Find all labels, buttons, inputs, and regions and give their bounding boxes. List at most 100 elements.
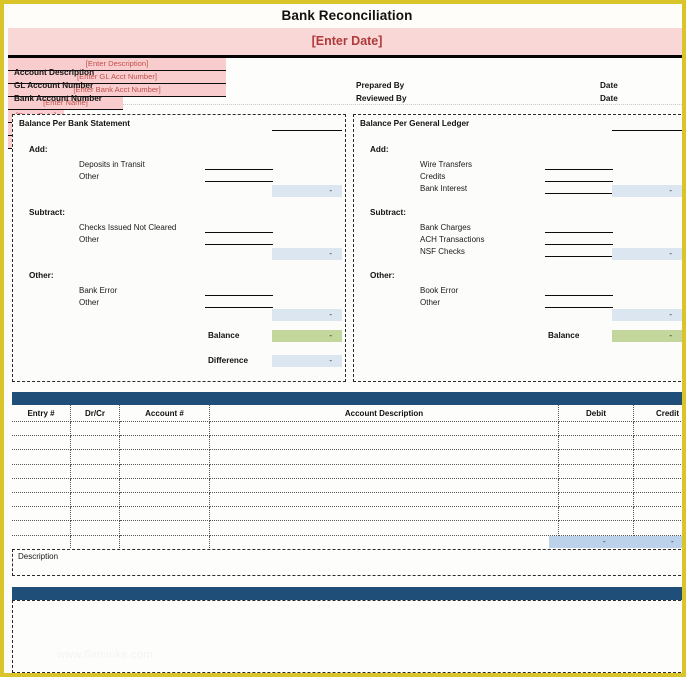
bank-add-subtotal: -: [272, 185, 342, 197]
ledger-subtract-input-0[interactable]: [545, 221, 613, 233]
bank-balance-value: -: [272, 330, 342, 342]
cell-account-number[interactable]: [119, 506, 210, 522]
cell-account-description[interactable]: [209, 421, 559, 437]
bank-subtract-input-0[interactable]: [205, 221, 273, 233]
cell-account-description[interactable]: [209, 478, 559, 493]
site-watermark: www.flaminke.com: [57, 649, 153, 661]
cell-debit[interactable]: [558, 492, 634, 508]
bank-subtract-input-1[interactable]: [205, 233, 273, 245]
ledger-add-input-2[interactable]: [545, 182, 613, 194]
table-row: [12, 492, 682, 508]
reviewed-date-label: Date: [600, 94, 618, 103]
journal-body: [12, 421, 682, 550]
cell-dr-cr[interactable]: [70, 520, 120, 536]
header-info: Account Description [Enter Description] …: [8, 58, 682, 149]
cell-account-description[interactable]: [209, 464, 559, 479]
cell-credit[interactable]: [633, 492, 682, 508]
cell-entry-number[interactable]: [12, 492, 71, 508]
cell-credit[interactable]: [633, 421, 682, 437]
cell-account-description[interactable]: [209, 506, 559, 522]
cell-dr-cr[interactable]: [70, 449, 120, 465]
column-entry-number: Entry #: [12, 405, 71, 422]
notes-box[interactable]: www.flaminke.com: [12, 600, 682, 673]
cell-dr-cr[interactable]: [70, 478, 120, 493]
bank-other-input-0[interactable]: [205, 284, 273, 296]
ledger-subtract-input-2[interactable]: [545, 245, 613, 257]
reviewed-by-label: Reviewed By: [356, 94, 407, 103]
cell-debit[interactable]: [558, 435, 634, 451]
cell-account-description[interactable]: [209, 492, 559, 508]
cell-dr-cr[interactable]: [70, 464, 120, 479]
bank-add-label: Add:: [29, 145, 48, 154]
journal-description-box[interactable]: Description: [12, 549, 682, 576]
cell-account-description[interactable]: [209, 449, 559, 465]
cell-credit[interactable]: [633, 506, 682, 522]
cell-entry-number[interactable]: [12, 535, 71, 550]
bank-subtract-subtotal: -: [272, 248, 342, 260]
bank-opening-balance-input[interactable]: [272, 119, 342, 131]
cell-entry-number[interactable]: [12, 449, 71, 465]
table-row: [12, 421, 682, 437]
table-row: [12, 449, 682, 465]
column-account-number: Account #: [119, 405, 210, 422]
ledger-opening-balance-input[interactable]: [612, 119, 682, 131]
cell-credit[interactable]: [633, 464, 682, 479]
bank-account-number-label: Bank Account Number: [14, 94, 102, 103]
bank-add-input-0[interactable]: [205, 158, 273, 170]
cell-debit[interactable]: [558, 478, 634, 493]
cell-dr-cr[interactable]: [70, 435, 120, 451]
ledger-add-item-0: Wire Transfers: [420, 160, 473, 169]
cell-credit[interactable]: [633, 520, 682, 536]
sheet-inner: Bank Reconciliation [Enter Date] Account…: [8, 4, 682, 673]
bank-balance-label: Balance: [208, 331, 240, 340]
cell-account-number[interactable]: [119, 464, 210, 479]
cell-account-description[interactable]: [209, 520, 559, 536]
ledger-add-input-1[interactable]: [545, 170, 613, 182]
cell-debit[interactable]: [558, 464, 634, 479]
bank-other-input-1[interactable]: [205, 296, 273, 308]
cell-dr-cr[interactable]: [70, 421, 120, 437]
table-row: [12, 478, 682, 493]
bank-difference-label: Difference: [208, 356, 249, 365]
cell-credit[interactable]: [633, 435, 682, 451]
ledger-add-input-0[interactable]: [545, 158, 613, 170]
ledger-subtract-item-1: ACH Transactions: [420, 235, 485, 244]
cell-dr-cr[interactable]: [70, 506, 120, 522]
ledger-subtract-label: Subtract:: [370, 208, 406, 217]
cell-credit[interactable]: [633, 449, 682, 465]
cell-entry-number[interactable]: [12, 520, 71, 536]
cell-credit[interactable]: [633, 478, 682, 493]
date-banner[interactable]: [Enter Date]: [8, 28, 682, 58]
cell-entry-number[interactable]: [12, 464, 71, 479]
cell-debit[interactable]: [558, 506, 634, 522]
cell-entry-number[interactable]: [12, 421, 71, 437]
ledger-other-input-0[interactable]: [545, 284, 613, 296]
bank-add-item-1: Other: [79, 172, 100, 181]
bank-add-input-1[interactable]: [205, 170, 273, 182]
cell-dr-cr[interactable]: [70, 492, 120, 508]
cell-account-number[interactable]: [119, 478, 210, 493]
cell-account-number[interactable]: [119, 492, 210, 508]
cell-entry-number[interactable]: [12, 435, 71, 451]
journal-header-row: Entry # Dr/Cr Account # Account Descript…: [12, 405, 682, 422]
cell-account-description[interactable]: [209, 535, 559, 550]
cell-debit[interactable]: [558, 421, 634, 437]
cell-account-description[interactable]: [209, 435, 559, 451]
account-description-label: Account Description: [14, 68, 95, 77]
ledger-add-item-1: Credits: [420, 172, 446, 181]
ledger-subtract-input-1[interactable]: [545, 233, 613, 245]
cell-entry-number[interactable]: [12, 506, 71, 522]
ledger-other-input-1[interactable]: [545, 296, 613, 308]
cell-entry-number[interactable]: [12, 478, 71, 493]
cell-account-number[interactable]: [119, 535, 210, 550]
cell-debit[interactable]: [558, 520, 634, 536]
table-row: [12, 464, 682, 479]
cell-account-number[interactable]: [119, 421, 210, 437]
journal-totals-row: - -: [549, 536, 682, 548]
cell-debit[interactable]: [558, 449, 634, 465]
ledger-balance-label: Balance: [548, 331, 580, 340]
cell-account-number[interactable]: [119, 449, 210, 465]
cell-account-number[interactable]: [119, 435, 210, 451]
cell-account-number[interactable]: [119, 520, 210, 536]
cell-dr-cr[interactable]: [70, 535, 120, 550]
